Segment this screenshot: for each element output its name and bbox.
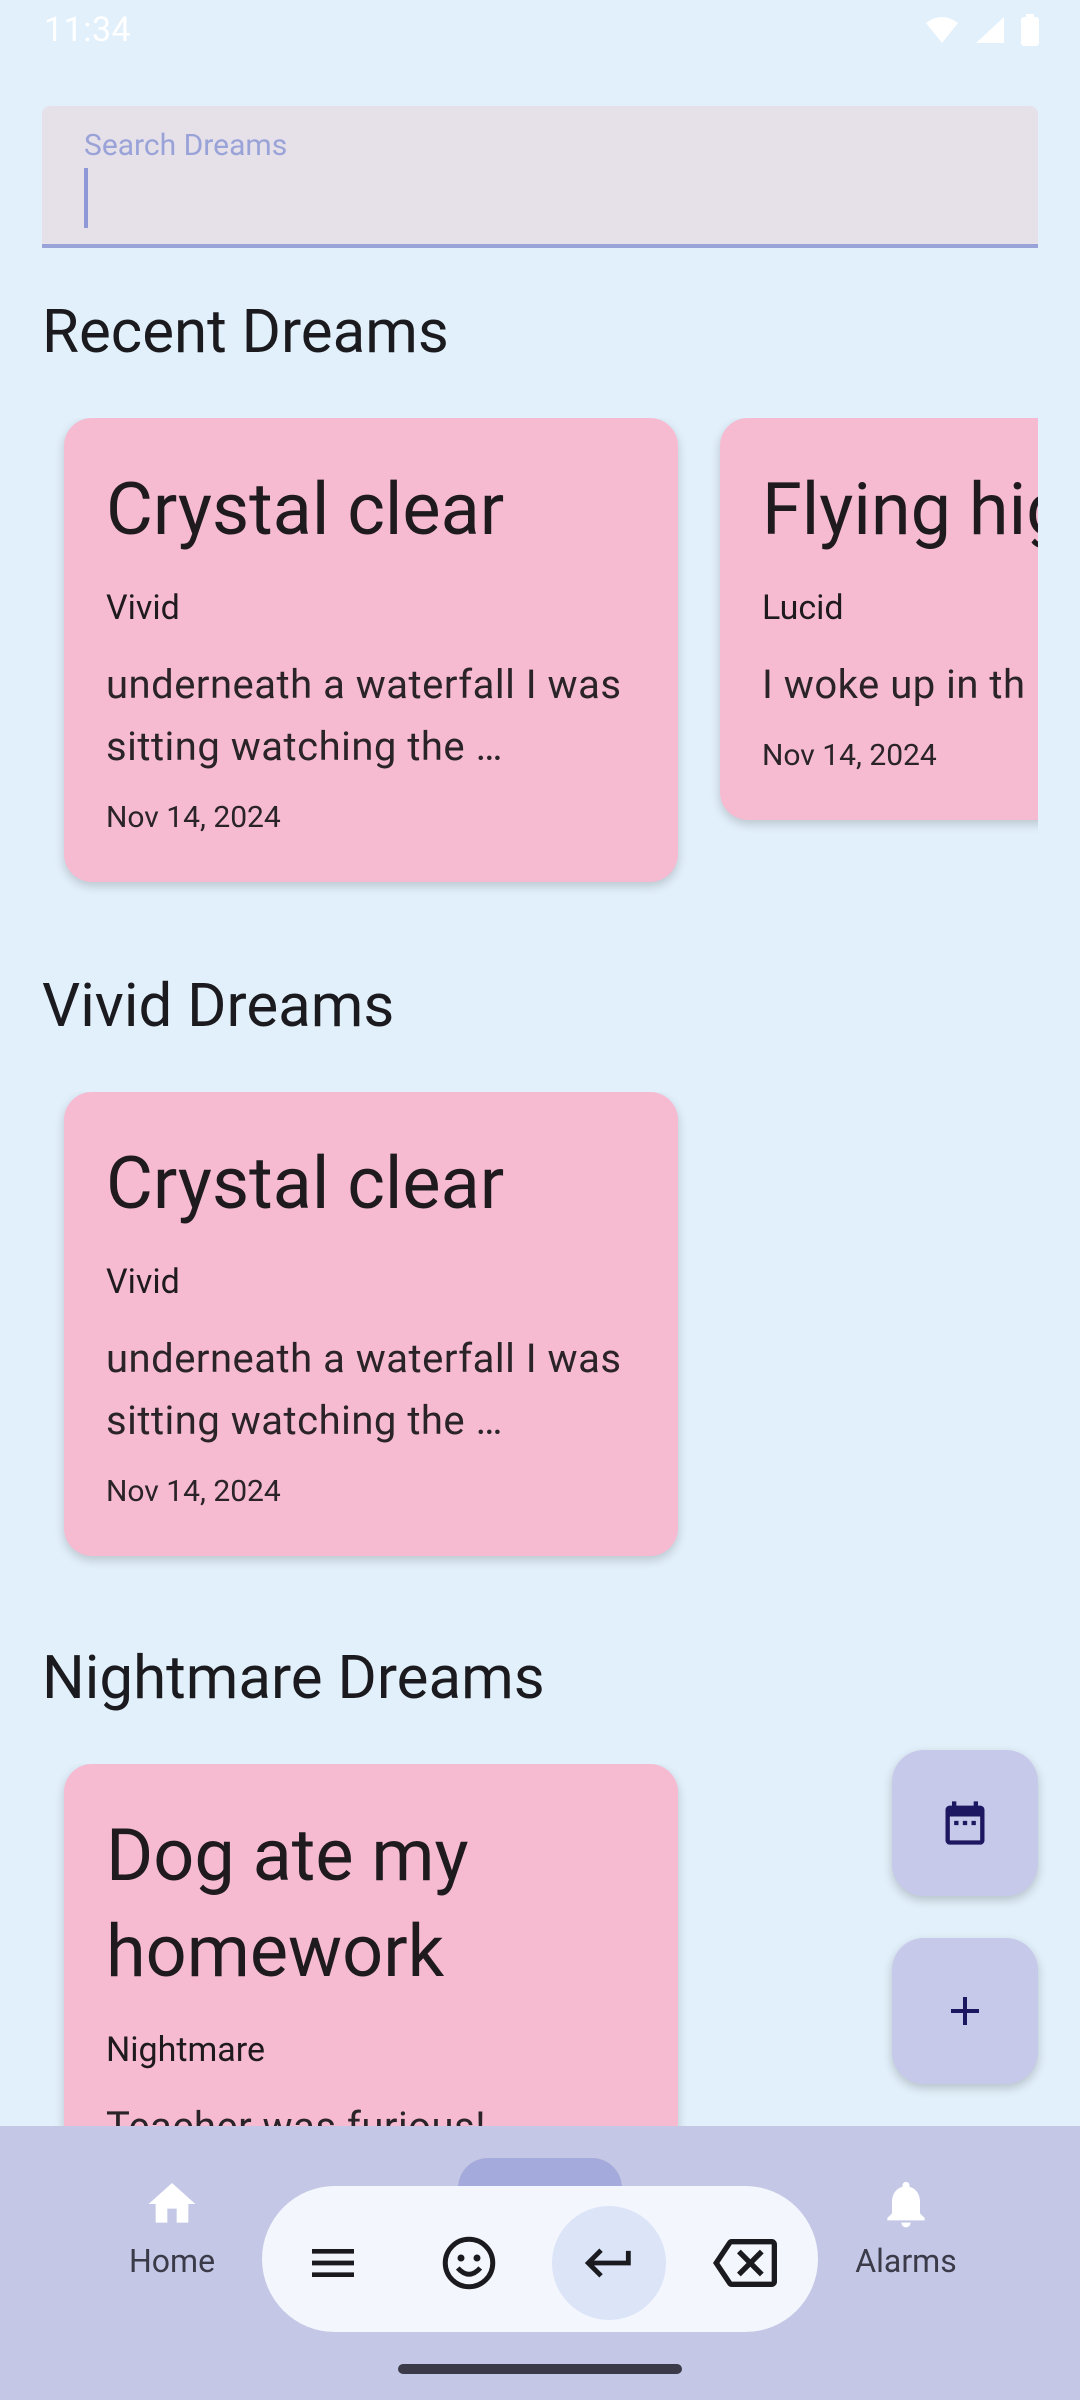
search-input[interactable]: Search Dreams xyxy=(42,106,1038,248)
card-title: Flying hig xyxy=(762,467,1038,552)
card-date: Nov 14, 2024 xyxy=(762,738,937,773)
vivid-dreams-row[interactable]: Crystal clear Vivid underneath a waterfa… xyxy=(42,1092,1038,1572)
dream-card[interactable]: Flying hig Lucid I woke up in th Nov 14,… xyxy=(720,418,1038,820)
nav-label-home: Home xyxy=(128,2242,216,2280)
add-dream-button[interactable] xyxy=(892,1938,1038,2084)
plus-icon xyxy=(951,1997,979,2025)
bell-icon xyxy=(887,2181,925,2228)
keyboard-toolbar xyxy=(262,2186,818,2332)
keyboard-menu-button[interactable] xyxy=(276,2206,390,2320)
dream-card[interactable]: Dog ate my homework Nightmare Teacher wa… xyxy=(64,1764,678,2126)
card-category: Nightmare xyxy=(106,2030,266,2070)
recent-dreams-row[interactable]: Crystal clear Vivid underneath a waterfa… xyxy=(42,418,1038,898)
status-time: 11:34 xyxy=(44,10,132,50)
section-title-nightmare: Nightmare Dreams xyxy=(42,1642,545,1713)
card-body: Teacher was furious! xyxy=(106,2096,636,2126)
home-indicator[interactable] xyxy=(398,2364,682,2374)
calendar-icon xyxy=(945,1801,985,1845)
card-category: Lucid xyxy=(762,588,844,628)
search-label: Search Dreams xyxy=(84,128,288,163)
emoji-button[interactable] xyxy=(412,2206,526,2320)
status-icons xyxy=(924,14,1040,46)
backspace-button[interactable] xyxy=(688,2206,802,2320)
dream-card[interactable]: Crystal clear Vivid underneath a waterfa… xyxy=(64,418,678,882)
enter-button[interactable] xyxy=(552,2206,666,2320)
battery-icon xyxy=(1021,14,1039,46)
card-date: Nov 14, 2024 xyxy=(106,1474,281,1509)
section-title-recent: Recent Dreams xyxy=(42,296,449,367)
card-category: Vivid xyxy=(106,1262,180,1302)
nav-item-home[interactable]: Home xyxy=(72,2176,272,2280)
card-title: Dog ate my homework xyxy=(106,1813,469,1994)
menu-icon xyxy=(312,2249,354,2277)
emoji-icon xyxy=(442,2236,496,2290)
backspace-icon xyxy=(713,2239,777,2287)
wifi-icon xyxy=(926,17,958,43)
nav-item-alarms[interactable]: Alarms xyxy=(806,2176,1006,2280)
text-caret xyxy=(84,168,88,228)
card-body: underneath a waterfall I was sitting wat… xyxy=(106,1335,622,1444)
home-icon xyxy=(148,2183,196,2223)
card-date: Nov 14, 2024 xyxy=(106,800,281,835)
nav-label-alarms: Alarms xyxy=(855,2242,957,2280)
dream-card[interactable]: Crystal clear Vivid underneath a waterfa… xyxy=(64,1092,678,1556)
calendar-button[interactable] xyxy=(892,1750,1038,1896)
card-category: Vivid xyxy=(106,588,180,628)
nightmare-dreams-row[interactable]: Dog ate my homework Nightmare Teacher wa… xyxy=(42,1764,1038,2126)
status-bar: 11:34 xyxy=(0,0,1080,62)
card-body: underneath a waterfall I was sitting wat… xyxy=(106,661,622,770)
enter-icon xyxy=(584,2248,631,2278)
card-title: Crystal clear xyxy=(106,467,505,552)
card-title: Crystal clear xyxy=(106,1141,505,1226)
section-title-vivid: Vivid Dreams xyxy=(42,970,395,1041)
card-body: I woke up in th xyxy=(762,661,1026,708)
signal-icon xyxy=(976,17,1004,43)
